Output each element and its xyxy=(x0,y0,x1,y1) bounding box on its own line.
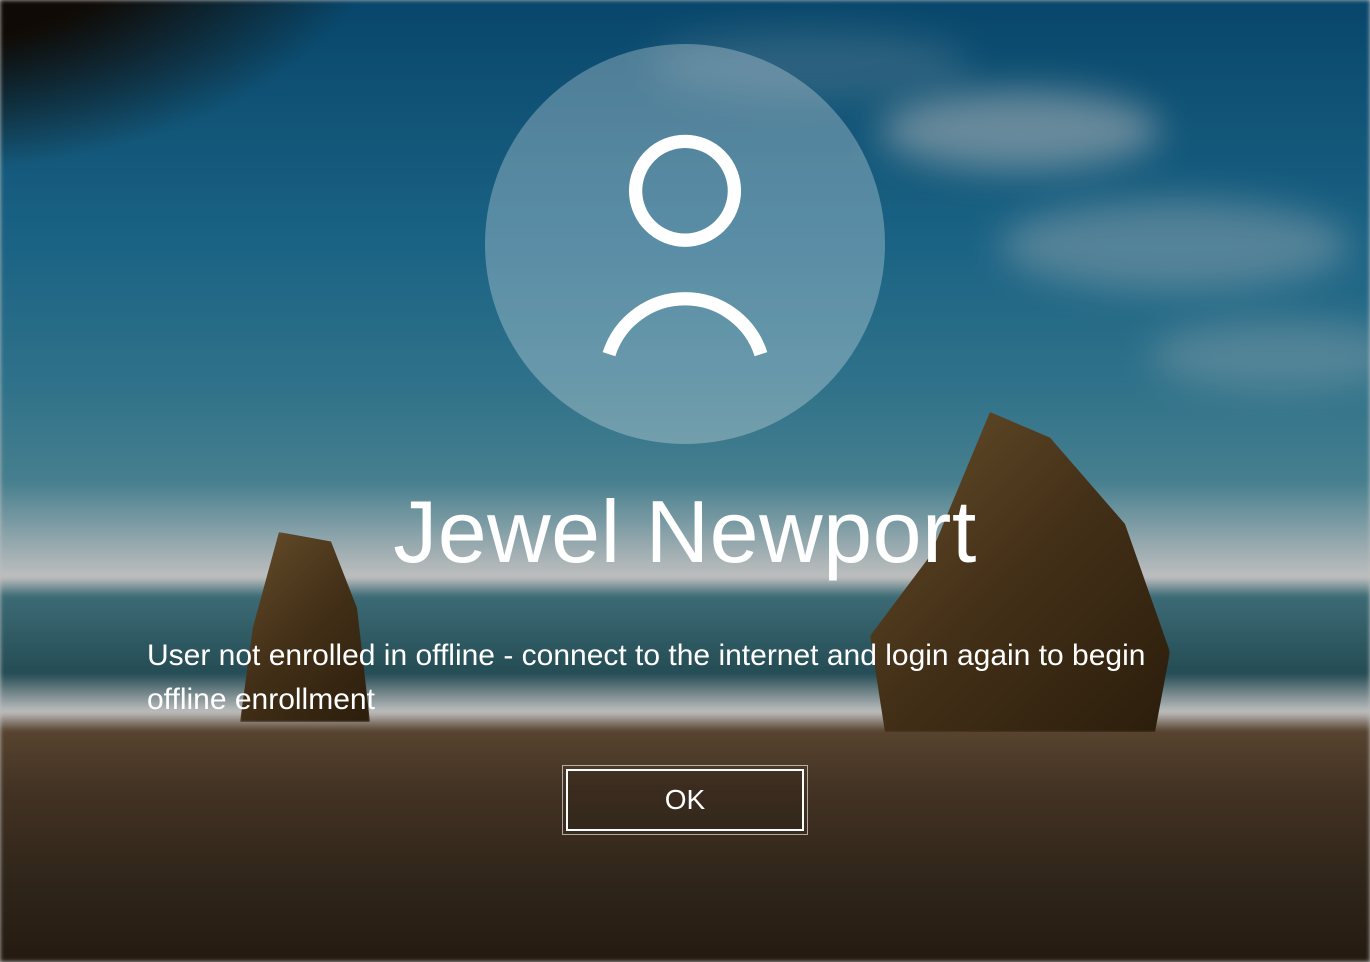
user-avatar xyxy=(485,44,885,444)
username-display: Jewel Newport xyxy=(393,486,977,578)
login-panel: Jewel Newport User not enrolled in offli… xyxy=(0,0,1370,831)
status-message: User not enrolled in offline - connect t… xyxy=(143,634,1227,721)
user-icon xyxy=(590,129,780,359)
ok-button[interactable]: OK xyxy=(566,769,804,831)
